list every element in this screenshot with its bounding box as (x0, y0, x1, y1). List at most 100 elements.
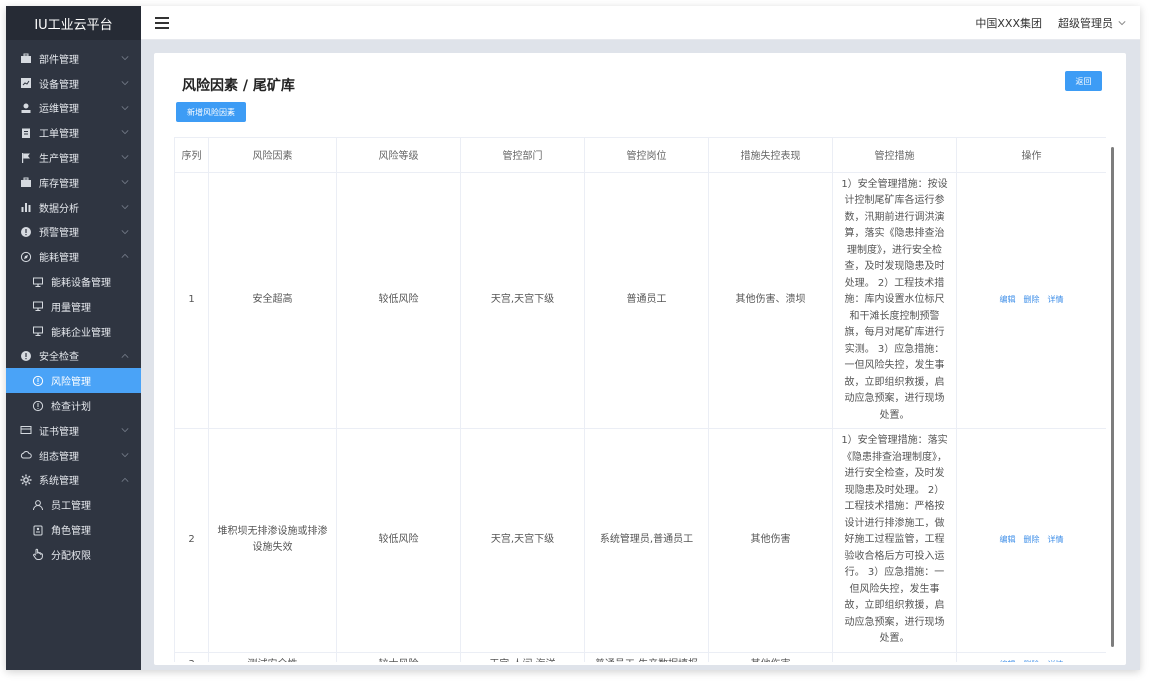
delete-link[interactable]: 删除 (1024, 535, 1040, 544)
detail-link[interactable]: 详情 (1048, 660, 1064, 663)
cell-measures (832, 652, 957, 662)
sidebar-item-7[interactable]: 数据分析 (6, 195, 141, 220)
delete-link[interactable]: 删除 (1024, 660, 1040, 663)
column-header: 序列 (174, 138, 209, 173)
company-name: 中国XXX集团 (975, 16, 1042, 30)
risk-table: 序列 风险因素 风险等级 管控部门 管控岗位 措施失控表现 管控措施 操作 1 安全超高 较低风险… (174, 138, 1106, 662)
monitor-icon (32, 300, 44, 312)
sidebar-item-5[interactable]: 生产管理 (6, 145, 141, 170)
sidebar-item-16[interactable]: 证书管理 (6, 418, 141, 443)
cell-factor: 测试安全性 (208, 652, 337, 662)
edit-link[interactable]: 编辑 (1000, 295, 1016, 304)
user-icon (20, 102, 32, 114)
chevron-down-icon (121, 428, 129, 433)
edit-link[interactable]: 编辑 (1000, 535, 1016, 544)
sidebar-item-10[interactable]: 能耗设备管理 (6, 269, 141, 294)
sidebar-item-4[interactable]: 工单管理 (6, 120, 141, 145)
monitor-icon (32, 276, 44, 288)
sidebar-item-20[interactable]: 角色管理 (6, 517, 141, 542)
column-header: 管控措施 (832, 138, 957, 173)
hand-icon (32, 548, 44, 561)
chevron-down-icon (121, 452, 129, 457)
sidebar-item-label: 安全检查 (39, 352, 79, 364)
table-row: 2 堆积坝无排渗设施或排渗设施失效 较低风险 天宫,天宫下级 系统管理员,普通员工 其他伤… (174, 428, 1106, 653)
sidebar-item-15[interactable]: 检查计划 (6, 393, 141, 418)
sidebar-item-label: 分配权限 (51, 550, 91, 562)
flag-icon (20, 152, 32, 164)
user-menu[interactable]: 超级管理员 (1058, 15, 1113, 31)
main-content: 风险因素 / 尾矿库 返回 新增风险因素 序列 风险因素 风险等级 管控部门 管控岗位措… (141, 40, 1140, 670)
sidebar-item-1[interactable]: 部件管理 (6, 46, 141, 71)
chevron-down-icon (121, 105, 129, 110)
sidebar-item-label: 能耗管理 (39, 253, 79, 265)
sidebar-item-label: 生产管理 (39, 154, 79, 166)
sidebar-item-label: 能耗设备管理 (51, 278, 111, 290)
cell-seq: 2 (174, 428, 209, 653)
sidebar-item-label: 用量管理 (51, 302, 91, 314)
cell-level: 较大风险 (336, 652, 461, 662)
chevron-down-icon (121, 155, 129, 160)
cell-failure: 其他伤害 (708, 652, 833, 662)
table-row: 1 安全超高 较低风险 天宫,天宫下级 普通员工 其他伤害、溃坝 1）安全管理措施：按设计控… (174, 172, 1106, 429)
cell-failure: 其他伤害 (708, 428, 833, 653)
back-button[interactable]: 返回 (1065, 71, 1102, 91)
column-header: 管控部门 (460, 138, 585, 173)
sidebar-item-3[interactable]: 运维管理 (6, 96, 141, 121)
cell-dept: 天宫,天宫下级 (460, 172, 585, 429)
add-risk-factor-button[interactable]: 新增风险因素 (176, 102, 246, 122)
sidebar-item-19[interactable]: 员工管理 (6, 492, 141, 517)
cell-operations: 编辑 删除 详情 (956, 652, 1106, 663)
cell-seq: 1 (174, 172, 209, 429)
alert-icon (20, 226, 32, 238)
sidebar-item-11[interactable]: 用量管理 (6, 294, 141, 319)
chevron-up-icon (121, 477, 129, 482)
sidebar-item-label: 检查计划 (51, 402, 91, 414)
sidebar-item-9[interactable]: 能耗管理 (6, 244, 141, 269)
alert-icon (20, 350, 32, 362)
sidebar-item-12[interactable]: 能耗企业管理 (6, 319, 141, 344)
sidebar-item-17[interactable]: 组态管理 (6, 443, 141, 468)
table-scrollbar[interactable] (1111, 147, 1114, 647)
chart-icon (20, 77, 32, 89)
top-right-area: 中国XXX集团 超级管理员 (975, 15, 1126, 31)
sidebar-item-2[interactable]: 设备管理 (6, 71, 141, 96)
table-header: 序列 风险因素 风险等级 管控部门 管控岗位 措施失控表现 管控措施 操作 (174, 138, 1106, 173)
detail-link[interactable]: 详情 (1048, 535, 1064, 544)
cell-dept: 天宫,人间,海洋 (460, 652, 585, 662)
detail-link[interactable]: 详情 (1048, 295, 1064, 304)
column-header: 风险因素 (208, 138, 337, 173)
sidebar-item-6[interactable]: 库存管理 (6, 170, 141, 195)
briefcase-icon (20, 176, 32, 188)
sidebar: IU工业云平台 部件管理 设备管理 运维管理 工单管理 生产管理 库存管理 数据分析 预警管理… (6, 6, 141, 670)
chevron-down-icon (121, 229, 129, 234)
card-icon (20, 424, 32, 436)
info-circle-icon (32, 400, 44, 412)
chevron-down-icon[interactable] (1118, 19, 1126, 27)
sidebar-item-13[interactable]: 安全检查 (6, 344, 141, 369)
menu-toggle-icon[interactable] (155, 16, 169, 29)
table-row: 3测试安全性较大风险天宫,人间,海洋普通员工,生产数据填报其他伤害编辑 删除 详情 (174, 652, 1106, 663)
chevron-down-icon (121, 80, 129, 85)
sidebar-item-label: 员工管理 (51, 501, 91, 513)
cell-dept: 天宫,天宫下级 (460, 428, 585, 653)
table-header-row: 序列 风险因素 风险等级 管控部门 管控岗位 措施失控表现 管控措施 操作 (174, 138, 1106, 173)
sidebar-item-label: 工单管理 (39, 129, 79, 141)
sidebar-item-label: 设备管理 (39, 79, 79, 91)
column-header: 措施失控表现 (708, 138, 833, 173)
sidebar-item-label: 数据分析 (39, 203, 79, 215)
person-icon (32, 499, 44, 511)
info-circle-icon (32, 375, 44, 387)
sidebar-item-8[interactable]: 预警管理 (6, 220, 141, 245)
briefcase-icon (20, 52, 32, 64)
sidebar-item-label: 能耗企业管理 (51, 327, 111, 339)
column-header: 风险等级 (336, 138, 461, 173)
sidebar-item-14[interactable]: 风险管理 (6, 368, 141, 394)
sidebar-item-21[interactable]: 分配权限 (6, 542, 141, 567)
sidebar-item-18[interactable]: 系统管理 (6, 468, 141, 493)
risk-table-container: 序列 风险因素 风险等级 管控部门 管控岗位 措施失控表现 管控措施 操作 1 安全超高 较低风险… (174, 137, 1106, 662)
chevron-down-icon (121, 130, 129, 135)
delete-link[interactable]: 删除 (1024, 295, 1040, 304)
edit-link[interactable]: 编辑 (1000, 660, 1016, 663)
clipboard-icon (20, 127, 32, 139)
cloud-icon (20, 449, 32, 461)
